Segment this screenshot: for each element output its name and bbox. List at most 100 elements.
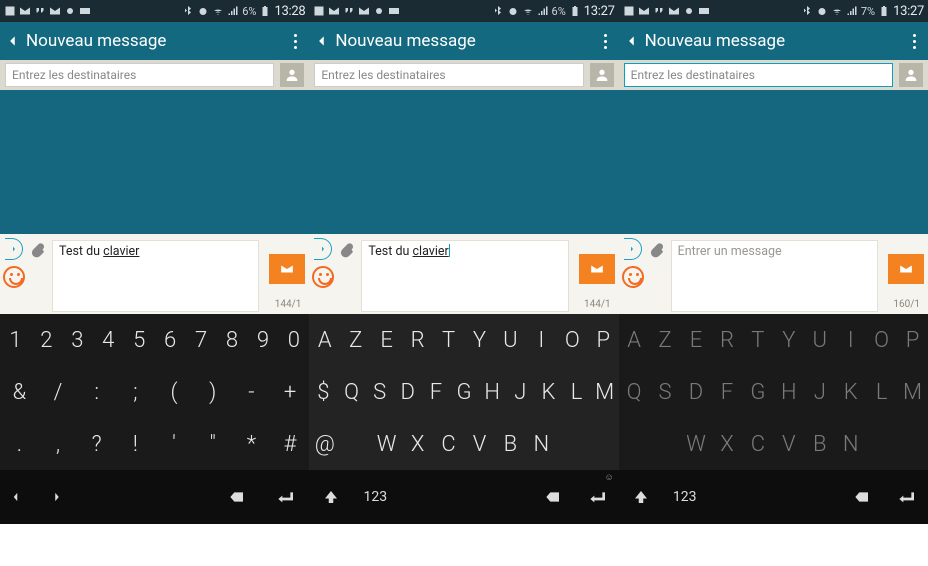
key-K[interactable]: K	[835, 366, 866, 418]
send-button[interactable]	[579, 254, 615, 284]
key-.[interactable]: .	[0, 418, 39, 470]
expand-button[interactable]	[314, 238, 332, 260]
key-X[interactable]: X	[402, 418, 433, 470]
key-L[interactable]: L	[562, 366, 590, 418]
key-E[interactable]: E	[371, 314, 402, 366]
key-B[interactable]: B	[804, 418, 835, 470]
key-?[interactable]: ?	[77, 418, 116, 470]
key-U[interactable]: U	[804, 314, 835, 366]
key-[interactable]: "	[193, 418, 232, 470]
expand-button[interactable]	[5, 238, 23, 260]
key-C[interactable]: C	[742, 418, 773, 470]
enter-key[interactable]	[261, 470, 309, 524]
numeric-key[interactable]: 123	[353, 470, 397, 524]
key-J[interactable]: J	[506, 366, 534, 418]
key-*[interactable]: *	[232, 418, 271, 470]
back-button[interactable]: Nouveau message	[625, 31, 785, 51]
message-thread[interactable]	[619, 90, 928, 234]
menu-button[interactable]	[290, 30, 301, 53]
key-R[interactable]: R	[711, 314, 742, 366]
space-key[interactable]	[707, 470, 840, 524]
add-contact-button[interactable]	[280, 63, 304, 87]
key-3[interactable]: 3	[62, 314, 93, 366]
key-G[interactable]: G	[742, 366, 773, 418]
recipients-input[interactable]	[5, 63, 274, 87]
key-M[interactable]: M	[897, 366, 928, 418]
key-V[interactable]: V	[464, 418, 495, 470]
key-Q[interactable]: Q	[337, 366, 365, 418]
key-2[interactable]: 2	[31, 314, 62, 366]
key-Q[interactable]: Q	[619, 366, 650, 418]
backspace-key[interactable]	[213, 470, 261, 524]
key-D[interactable]: D	[394, 366, 422, 418]
key-7[interactable]: 7	[186, 314, 217, 366]
key-5[interactable]: 5	[124, 314, 155, 366]
key-N[interactable]: N	[835, 418, 866, 470]
message-input[interactable]: Test du clavier	[361, 240, 568, 312]
key-C[interactable]: C	[433, 418, 464, 470]
key-,[interactable]: ,	[39, 418, 78, 470]
backspace-key[interactable]	[531, 470, 575, 524]
recipients-input[interactable]	[314, 63, 583, 87]
menu-button[interactable]	[600, 30, 611, 53]
numeric-key[interactable]: 123	[663, 470, 707, 524]
key-I[interactable]: I	[526, 314, 557, 366]
expand-button[interactable]	[624, 238, 642, 260]
backspace-key[interactable]	[840, 470, 884, 524]
key-P[interactable]: P	[588, 314, 619, 366]
key-A[interactable]: A	[619, 314, 650, 366]
key-4[interactable]: 4	[93, 314, 124, 366]
key-'[interactable]: '	[155, 418, 194, 470]
message-thread[interactable]	[309, 90, 618, 234]
key-0[interactable]: 0	[278, 314, 309, 366]
emoji-button[interactable]	[622, 266, 644, 288]
key-B[interactable]: B	[495, 418, 526, 470]
key-W[interactable]: W	[681, 418, 712, 470]
key-L[interactable]: L	[866, 366, 897, 418]
space-key[interactable]	[397, 470, 530, 524]
key-R[interactable]: R	[402, 314, 433, 366]
key-![interactable]: !	[116, 418, 155, 470]
key-blank[interactable]	[619, 418, 650, 470]
key-#[interactable]: #	[271, 418, 310, 470]
key-blank[interactable]	[588, 418, 619, 470]
menu-button[interactable]	[909, 30, 920, 53]
message-input[interactable]: Entrer un message	[671, 240, 878, 312]
message-input[interactable]: Test du clavier	[52, 240, 259, 312]
key-Z[interactable]: Z	[340, 314, 371, 366]
key-E[interactable]: E	[681, 314, 712, 366]
enter-key[interactable]	[884, 470, 928, 524]
key-blank[interactable]	[340, 418, 371, 470]
send-button[interactable]	[888, 254, 924, 284]
key-)[interactable]: )	[193, 366, 232, 418]
send-button[interactable]	[269, 254, 305, 284]
enter-key[interactable]: ☺	[575, 470, 619, 524]
key-@[interactable]: @	[309, 418, 340, 470]
add-contact-button[interactable]	[899, 63, 923, 87]
key-T[interactable]: T	[433, 314, 464, 366]
key-V[interactable]: V	[773, 418, 804, 470]
key-A[interactable]: A	[309, 314, 340, 366]
key-:[interactable]: :	[77, 366, 116, 418]
key-K[interactable]: K	[534, 366, 562, 418]
key-N[interactable]: N	[526, 418, 557, 470]
recipients-input[interactable]	[624, 63, 893, 87]
key-I[interactable]: I	[835, 314, 866, 366]
key-U[interactable]: U	[495, 314, 526, 366]
key-9[interactable]: 9	[248, 314, 279, 366]
key-S[interactable]: S	[650, 366, 681, 418]
key-blank[interactable]	[897, 418, 928, 470]
key-/[interactable]: /	[39, 366, 78, 418]
key-W[interactable]: W	[371, 418, 402, 470]
key-Z[interactable]: Z	[650, 314, 681, 366]
key-M[interactable]: M	[591, 366, 619, 418]
back-button[interactable]: Nouveau message	[6, 31, 166, 51]
key-O[interactable]: O	[557, 314, 588, 366]
key-T[interactable]: T	[742, 314, 773, 366]
key-H[interactable]: H	[478, 366, 506, 418]
key-&[interactable]: &	[0, 366, 39, 418]
attach-button[interactable]	[649, 240, 667, 312]
key-$[interactable]: $	[309, 366, 337, 418]
key-1[interactable]: 1	[0, 314, 31, 366]
shift-key[interactable]	[309, 470, 353, 524]
